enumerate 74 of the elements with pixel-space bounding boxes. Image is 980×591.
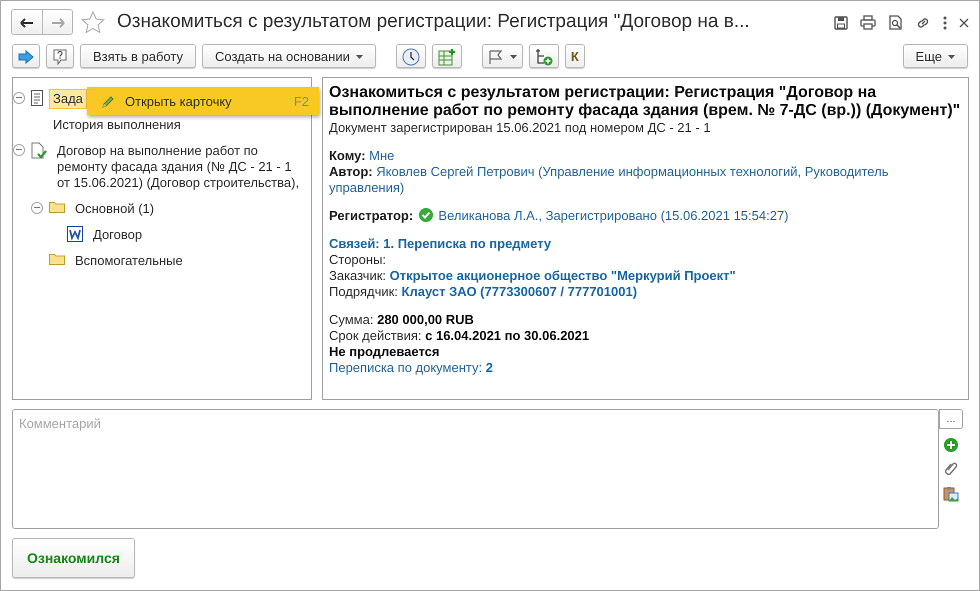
text: Сумма: xyxy=(329,312,374,327)
text: Документ зарегистрирован 15.06.2021 под номером ДС - 21 - 1 xyxy=(329,120,711,135)
text: Стороны: xyxy=(329,252,386,267)
comment-field[interactable]: Комментарий xyxy=(12,409,939,529)
word-document-icon xyxy=(67,226,83,242)
left-arrow-icon xyxy=(20,18,34,28)
link[interactable]: Мне xyxy=(369,148,394,163)
caret-icon xyxy=(948,54,955,58)
link[interactable]: 2 xyxy=(486,360,493,375)
acknowledge-button[interactable]: Ознакомился xyxy=(12,538,135,578)
link[interactable]: Яковлев Сергей Петрович (Управление информационных технологий, Руководитель xyxy=(376,164,888,179)
check-circle-icon xyxy=(418,208,433,222)
caret-icon xyxy=(356,54,363,58)
tree-item[interactable]: Договор xyxy=(89,225,146,245)
toolbar-icon-button[interactable] xyxy=(46,44,74,68)
caret-icon xyxy=(510,54,517,58)
link[interactable]: Клауст ЗАО (7773300607 / 777701001) xyxy=(402,284,638,299)
document-heading: Ознакомиться с результатом регистрации: Регистрация "Договор на выполнение работ по ремонту фасада здания (врем. № 7-ДС (вр.)) (Документ)" xyxy=(329,84,962,120)
tree-item[interactable]: Основной (1) xyxy=(71,199,158,219)
paste-image-icon[interactable] xyxy=(943,486,959,502)
folder-icon xyxy=(49,252,65,265)
field-value: 280 000,00 RUB xyxy=(377,312,474,327)
dropdown-button[interactable]: Создать на основании xyxy=(202,44,376,68)
toolbar-icon-button[interactable] xyxy=(432,44,462,68)
window-title: Ознакомиться с результатом регистрации: Регистрация "Договор на в... xyxy=(117,11,751,33)
text: Заказчик: xyxy=(329,268,386,283)
expand-toggle[interactable] xyxy=(13,92,25,104)
document-check-icon xyxy=(31,142,47,160)
toolbar-icon-button[interactable] xyxy=(12,44,40,68)
tree-item[interactable]: Зада xyxy=(49,89,87,109)
pencil-icon xyxy=(101,94,115,108)
toolbar-icon-button[interactable]: К xyxy=(564,44,585,68)
tree-item[interactable]: Вспомогательные xyxy=(71,251,187,271)
text: Срок действия: xyxy=(329,328,422,343)
more-vertical-icon[interactable] xyxy=(943,16,947,30)
right-arrow-icon xyxy=(50,18,64,28)
preview-icon[interactable] xyxy=(888,15,903,30)
link[interactable]: управления) xyxy=(329,180,404,195)
field-label: Кому: xyxy=(329,148,366,163)
printer-icon[interactable] xyxy=(860,15,876,30)
flag-icon xyxy=(488,48,504,64)
toolbar-icon-button[interactable] xyxy=(482,44,523,68)
toolbar-button[interactable]: Взять в работу xyxy=(80,44,196,68)
close-icon[interactable] xyxy=(959,18,969,28)
document-icon xyxy=(31,90,43,106)
link[interactable]: Великанова Л.А., Зарегистрировано (15.06.2021 15:54:27) xyxy=(438,208,789,223)
link[interactable]: Открытое акционерное общество "Меркурий Проект" xyxy=(390,268,736,283)
tree-item[interactable]: История выполнения xyxy=(49,115,185,135)
clock-icon xyxy=(402,48,420,66)
field-value: Не продлевается xyxy=(329,344,440,359)
text: Подрядчик: xyxy=(329,284,398,299)
field-label: Автор: xyxy=(329,164,373,179)
structure-add-icon xyxy=(534,48,553,66)
field-label: Регистратор: xyxy=(329,208,414,223)
shortcut-label: F2 xyxy=(294,94,309,108)
link[interactable]: Переписка по документу: xyxy=(329,360,482,375)
paperclip-icon[interactable] xyxy=(944,461,958,477)
folder-icon xyxy=(49,200,65,213)
more-button[interactable]: Еще xyxy=(902,44,968,68)
help-icon xyxy=(52,48,68,64)
star-icon[interactable] xyxy=(81,11,105,34)
add-icon[interactable] xyxy=(944,438,958,452)
spreadsheet-add-icon xyxy=(438,48,456,66)
tree-item[interactable]: Договор на выполнение работ по ремонту фасада здания (№ ДС - 21 - 1 от 15.06.2021) (Договор строительства), xyxy=(53,141,311,193)
arrow-right-icon xyxy=(18,50,34,64)
toolbar-icon-button[interactable] xyxy=(396,44,426,68)
save-icon[interactable] xyxy=(834,16,848,30)
more-button[interactable]: ... xyxy=(939,409,963,429)
toolbar-icon-button[interactable] xyxy=(528,44,559,68)
expand-toggle[interactable] xyxy=(31,202,43,214)
link[interactable]: Связей: 1. Переписка по предмету xyxy=(329,236,552,251)
field-value: с 16.04.2021 по 30.06.2021 xyxy=(425,328,590,343)
expand-toggle[interactable] xyxy=(13,144,25,156)
context-menu-item[interactable]: Открыть карточку F2 xyxy=(87,87,319,115)
